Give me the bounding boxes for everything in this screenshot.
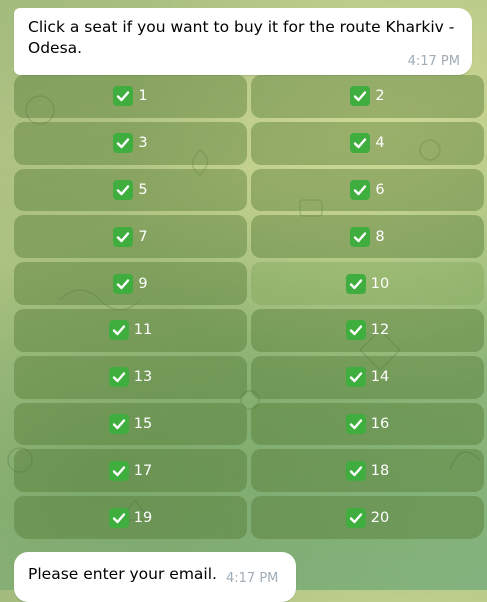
check-mark-icon	[350, 86, 371, 107]
seat-button[interactable]: 13	[14, 355, 247, 399]
seat-button[interactable]: 9	[14, 262, 247, 305]
message-text: Please enter your email.	[28, 565, 217, 583]
seat-number: 1	[138, 88, 148, 105]
seat-number: 20	[370, 509, 390, 526]
check-mark-icon	[113, 273, 134, 294]
seat-button[interactable]: 1	[14, 75, 247, 118]
seat-number: 17	[133, 462, 153, 479]
seat-number: 13	[133, 369, 153, 386]
seat-number: 11	[133, 322, 153, 339]
check-mark-icon	[108, 507, 129, 528]
check-mark-icon	[345, 273, 366, 294]
check-mark-icon	[113, 226, 134, 247]
check-mark-icon	[345, 460, 366, 481]
seat-number: 2	[375, 88, 385, 105]
message-time: 4:17 PM	[226, 571, 279, 586]
seat-button[interactable]: 2	[251, 75, 484, 118]
seat-button[interactable]: 5	[14, 168, 247, 212]
seat-number: 8	[375, 228, 385, 245]
seat-number: 18	[370, 462, 390, 479]
seat-button[interactable]: 17	[14, 449, 247, 493]
seat-number: 7	[138, 228, 148, 245]
seat-number: 14	[370, 369, 390, 386]
seat-number: 3	[138, 135, 148, 152]
seat-number: 15	[133, 415, 153, 432]
seat-number: 4	[375, 135, 385, 152]
route-prompt-message: Click a seat if you want to buy it for t…	[14, 8, 472, 75]
seat-keyboard: 1 2 3 4 5 6 7 8 9 10 11 12 13 14 15 16 1…	[14, 75, 486, 539]
check-mark-icon	[345, 413, 366, 434]
seat-button[interactable]: 6	[251, 168, 484, 212]
message-text: Click a seat if you want to buy it for t…	[28, 18, 455, 57]
seat-button[interactable]: 19	[14, 496, 247, 539]
check-mark-icon	[108, 320, 129, 341]
message-time: 4:17 PM	[407, 54, 460, 69]
seat-number: 16	[370, 415, 390, 432]
seat-button[interactable]: 4	[251, 121, 484, 165]
seat-button[interactable]: 8	[251, 215, 484, 259]
seat-number: 5	[138, 181, 148, 198]
seat-button[interactable]: 3	[14, 121, 247, 165]
check-mark-icon	[350, 179, 371, 200]
seat-number: 12	[370, 322, 390, 339]
check-mark-icon	[345, 320, 366, 341]
seat-number: 9	[138, 275, 148, 292]
check-mark-icon	[108, 413, 129, 434]
check-mark-icon	[345, 507, 366, 528]
seat-button[interactable]: 12	[251, 308, 484, 352]
email-prompt-message: Please enter your email. 4:17 PM	[14, 552, 296, 602]
seat-button[interactable]: 16	[251, 402, 484, 446]
check-mark-icon	[113, 86, 134, 107]
check-mark-icon	[108, 367, 129, 388]
seat-number: 6	[375, 181, 385, 198]
seat-button[interactable]: 15	[14, 402, 247, 446]
seat-button[interactable]: 7	[14, 215, 247, 259]
check-mark-icon	[113, 179, 134, 200]
check-mark-icon	[108, 460, 129, 481]
seat-button[interactable]: 10	[251, 262, 484, 305]
seat-button[interactable]: 20	[251, 496, 484, 539]
seat-button[interactable]: 14	[251, 355, 484, 399]
check-mark-icon	[350, 226, 371, 247]
check-mark-icon	[350, 133, 371, 154]
seat-button[interactable]: 11	[14, 308, 247, 352]
seat-number: 10	[370, 275, 390, 292]
check-mark-icon	[345, 367, 366, 388]
seat-button[interactable]: 18	[251, 449, 484, 493]
seat-number: 19	[133, 509, 153, 526]
check-mark-icon	[113, 133, 134, 154]
